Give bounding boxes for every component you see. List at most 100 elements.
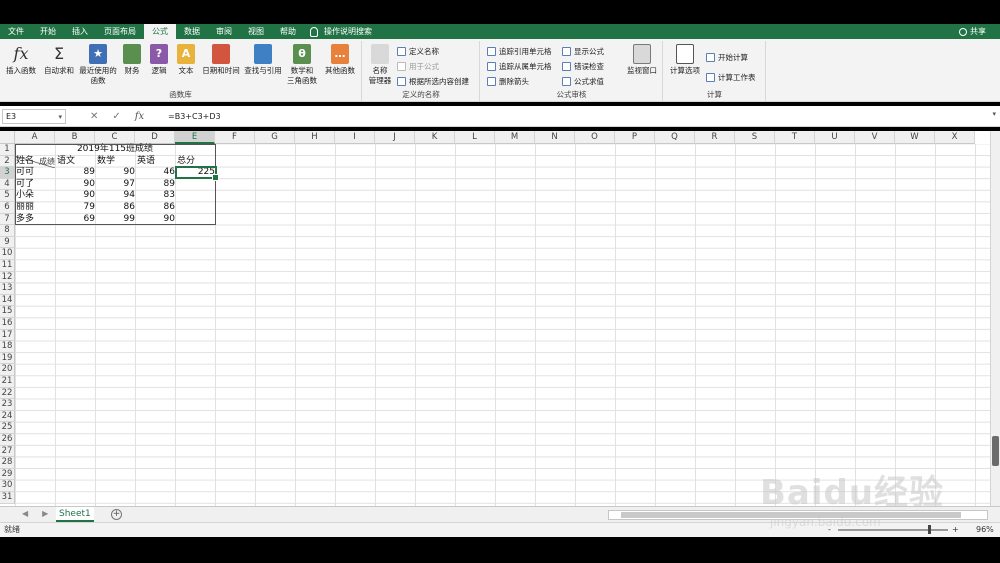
enter-check-icon[interactable]: ✓ bbox=[112, 109, 120, 124]
zoom-slider[interactable] bbox=[838, 529, 948, 531]
row-header[interactable]: 7 bbox=[0, 213, 15, 226]
cell-d7[interactable]: 90 bbox=[137, 214, 177, 226]
cell-b2-header[interactable]: 语文 bbox=[57, 156, 97, 168]
financial-button[interactable]: 财务 bbox=[121, 44, 143, 76]
column-header[interactable]: F bbox=[215, 131, 255, 144]
column-header[interactable]: O bbox=[575, 131, 615, 144]
column-header[interactable]: L bbox=[455, 131, 495, 144]
cell-c4[interactable]: 97 bbox=[97, 179, 137, 191]
cell-d3[interactable]: 46 bbox=[137, 167, 177, 179]
row-header[interactable]: 3 bbox=[0, 167, 15, 179]
define-name-button[interactable]: 定义名称 bbox=[397, 45, 439, 57]
trace-precedents-button[interactable]: 追踪引用单元格 bbox=[487, 45, 552, 57]
row-header[interactable]: 31 bbox=[0, 492, 15, 504]
vertical-scroll-thumb[interactable] bbox=[992, 436, 999, 466]
error-checking-button[interactable]: 错误检查 bbox=[562, 60, 604, 72]
cancel-icon[interactable]: ✕ bbox=[90, 109, 98, 124]
column-header[interactable]: B bbox=[55, 131, 95, 144]
prev-sheet-icon[interactable]: ◀ bbox=[22, 509, 28, 518]
cell-d5[interactable]: 83 bbox=[137, 190, 177, 202]
column-header[interactable]: D bbox=[135, 131, 175, 144]
tab-data[interactable]: 数据 bbox=[176, 24, 208, 39]
formula-input[interactable]: =B3+C3+D3 bbox=[166, 109, 992, 124]
remove-arrows-button[interactable]: 删除箭头 bbox=[487, 75, 529, 87]
row-header[interactable]: 6 bbox=[0, 202, 15, 214]
math-trig-button[interactable]: θ 数学和 三角函数 bbox=[284, 44, 320, 86]
column-header[interactable]: M bbox=[495, 131, 535, 144]
row-header[interactable]: 10 bbox=[0, 248, 15, 260]
sheet-tab-sheet1[interactable]: Sheet1 bbox=[56, 507, 94, 522]
cell-b4[interactable]: 90 bbox=[57, 179, 97, 191]
column-header[interactable]: T bbox=[775, 131, 815, 144]
column-header[interactable]: J bbox=[375, 131, 415, 144]
insert-function-fx-icon[interactable]: fx bbox=[135, 109, 144, 124]
select-all-corner[interactable] bbox=[0, 131, 15, 144]
row-header[interactable]: 30 bbox=[0, 480, 15, 492]
cell-e6[interactable] bbox=[177, 202, 217, 214]
recent-functions-button[interactable]: ★ 最近使用的 函数 bbox=[77, 44, 119, 86]
cell-b5[interactable]: 90 bbox=[57, 190, 97, 202]
row-header[interactable]: 12 bbox=[0, 271, 15, 284]
cell-d6[interactable]: 86 bbox=[137, 202, 177, 214]
column-header[interactable]: V bbox=[855, 131, 895, 144]
row-header[interactable]: 4 bbox=[0, 178, 15, 191]
row-header[interactable]: 5 bbox=[0, 190, 15, 202]
more-functions-button[interactable]: … 其他函数 bbox=[321, 44, 359, 76]
datetime-button[interactable]: 日期和时间 bbox=[200, 44, 242, 76]
create-from-selection-button[interactable]: 根据所选内容创建 bbox=[397, 75, 469, 87]
insert-function-button[interactable]: fx 插入函数 bbox=[3, 44, 39, 76]
horizontal-scrollbar[interactable] bbox=[608, 510, 988, 520]
vertical-scrollbar[interactable] bbox=[990, 131, 1000, 506]
cell-b7[interactable]: 69 bbox=[57, 214, 97, 226]
row-header[interactable]: 2 bbox=[0, 155, 15, 168]
column-header[interactable]: X bbox=[935, 131, 975, 144]
column-header[interactable]: W bbox=[895, 131, 935, 144]
tab-view[interactable]: 视图 bbox=[240, 24, 272, 39]
show-formulas-button[interactable]: 显示公式 bbox=[562, 45, 604, 57]
row-header[interactable]: 27 bbox=[0, 445, 15, 458]
tab-formulas[interactable]: 公式 bbox=[144, 24, 176, 39]
tab-review[interactable]: 审阅 bbox=[208, 24, 240, 39]
row-header[interactable]: 19 bbox=[0, 352, 15, 365]
tab-home[interactable]: 开始 bbox=[32, 24, 64, 39]
row-header[interactable]: 23 bbox=[0, 399, 15, 411]
row-header[interactable]: 29 bbox=[0, 468, 15, 481]
cell-c7[interactable]: 99 bbox=[97, 214, 137, 226]
row-header[interactable]: 21 bbox=[0, 376, 15, 388]
cell-e5[interactable] bbox=[177, 190, 217, 202]
row-header[interactable]: 24 bbox=[0, 410, 15, 423]
zoom-slider-knob[interactable] bbox=[928, 525, 931, 534]
cell-a7[interactable]: 多多 bbox=[16, 214, 56, 226]
row-header[interactable]: 14 bbox=[0, 294, 15, 307]
calculation-options-button[interactable]: 计算选项 bbox=[666, 44, 704, 76]
column-header[interactable]: N bbox=[535, 131, 575, 144]
cell-e2-header[interactable]: 总分 bbox=[177, 156, 217, 168]
expand-formula-bar-icon[interactable]: ▾ bbox=[992, 110, 996, 118]
watch-window-button[interactable]: 监视窗口 bbox=[623, 44, 661, 76]
cells-area[interactable]: 2019年115班成绩 姓名 成绩 语文 数学 英语 总分 可可 89 90 46 22… bbox=[15, 144, 1000, 506]
row-header[interactable]: 22 bbox=[0, 387, 15, 400]
column-header[interactable]: R bbox=[695, 131, 735, 144]
trace-dependents-button[interactable]: 追踪从属单元格 bbox=[487, 60, 552, 72]
evaluate-formula-button[interactable]: 公式求值 bbox=[562, 75, 604, 87]
cell-a3[interactable]: 可可 bbox=[16, 167, 56, 179]
column-header[interactable]: G bbox=[255, 131, 295, 144]
zoom-in-button[interactable]: + bbox=[952, 523, 959, 537]
column-header[interactable]: E bbox=[175, 131, 215, 144]
row-header[interactable]: 17 bbox=[0, 329, 15, 342]
cell-e3[interactable]: 225 bbox=[177, 167, 217, 179]
chevron-down-icon[interactable]: ▾ bbox=[58, 111, 62, 124]
row-header[interactable]: 26 bbox=[0, 434, 15, 446]
cell-d4[interactable]: 89 bbox=[137, 179, 177, 191]
zoom-percentage[interactable]: 96% bbox=[976, 523, 994, 537]
column-header[interactable]: U bbox=[815, 131, 855, 144]
column-header[interactable]: A bbox=[15, 131, 55, 144]
calculate-sheet-button[interactable]: 计算工作表 bbox=[706, 71, 756, 83]
row-header[interactable]: 16 bbox=[0, 318, 15, 330]
cell-d2-header[interactable]: 英语 bbox=[137, 156, 177, 168]
name-box[interactable]: E3 ▾ bbox=[2, 109, 66, 124]
calculate-now-button[interactable]: 开始计算 bbox=[706, 51, 748, 63]
column-header[interactable]: K bbox=[415, 131, 455, 144]
cell-e7[interactable] bbox=[177, 214, 217, 226]
column-header[interactable]: S bbox=[735, 131, 775, 144]
